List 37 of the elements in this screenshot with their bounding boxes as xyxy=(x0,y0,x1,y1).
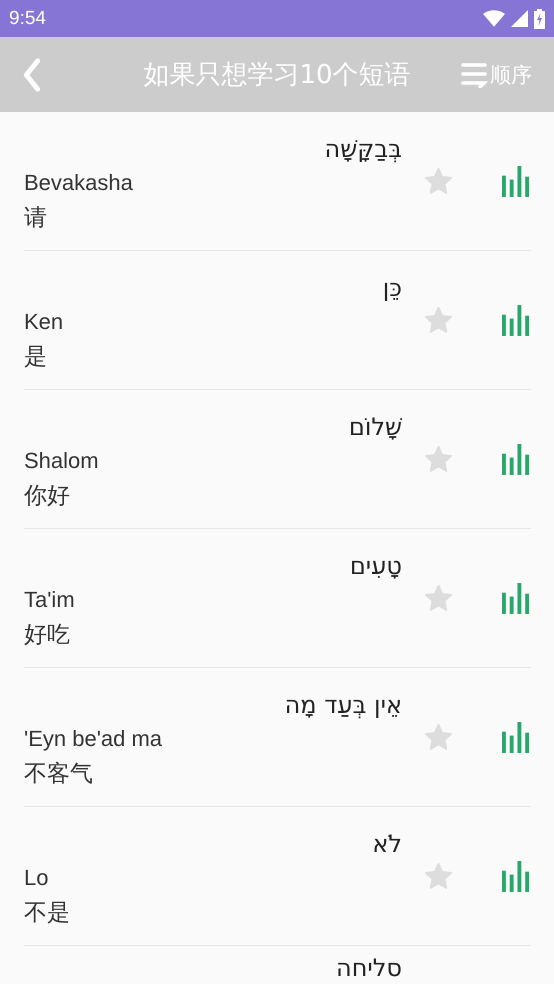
star-icon[interactable] xyxy=(424,584,453,612)
hebrew-phrase: בְּבַקָּשָׁה xyxy=(324,134,402,164)
hebrew-phrase: לֹא xyxy=(371,828,402,860)
transliteration: Ken xyxy=(24,308,64,336)
bar-chart-icon[interactable] xyxy=(502,304,531,336)
back-icon xyxy=(22,58,42,92)
chinese-translation: 是 xyxy=(24,342,48,372)
hebrew-phrase: סליחה xyxy=(335,953,402,984)
transliteration: Shalom xyxy=(24,446,100,474)
chinese-translation: 请 xyxy=(24,204,48,232)
bar-chart-icon[interactable] xyxy=(502,860,531,892)
transliteration: Bevakasha xyxy=(24,168,134,196)
star-icon[interactable] xyxy=(424,444,453,474)
star-icon[interactable] xyxy=(424,306,453,334)
wifi-icon xyxy=(483,10,505,27)
star-icon[interactable] xyxy=(424,722,453,752)
clock-time: 9:54 xyxy=(9,8,46,30)
hebrew-phrase: אֵין בְּעַד מָה xyxy=(284,690,402,720)
hebrew-phrase: טָעִים xyxy=(348,550,402,582)
transliteration: 'Eyn be'ad ma xyxy=(24,724,164,753)
chinese-translation: 你好 xyxy=(24,482,71,510)
signal-icon xyxy=(511,10,528,27)
transliteration: Lo xyxy=(24,864,50,892)
sort-icon xyxy=(460,62,490,88)
bar-chart-icon[interactable] xyxy=(502,444,531,474)
bar-chart-icon[interactable] xyxy=(502,166,531,196)
hebrew-phrase: כֵּן xyxy=(382,272,402,304)
chinese-translation: 不是 xyxy=(24,898,71,928)
battery-icon xyxy=(534,8,545,28)
chinese-translation: 不客气 xyxy=(24,760,94,788)
transliteration: Ta'im xyxy=(24,586,76,614)
star-icon[interactable] xyxy=(424,862,453,890)
chinese-translation: 好吃 xyxy=(24,620,71,650)
hebrew-phrase: שָׁלוֹם xyxy=(348,412,402,442)
bar-chart-icon[interactable] xyxy=(502,722,531,752)
star-icon[interactable] xyxy=(424,166,453,196)
bar-chart-icon[interactable] xyxy=(502,582,531,614)
